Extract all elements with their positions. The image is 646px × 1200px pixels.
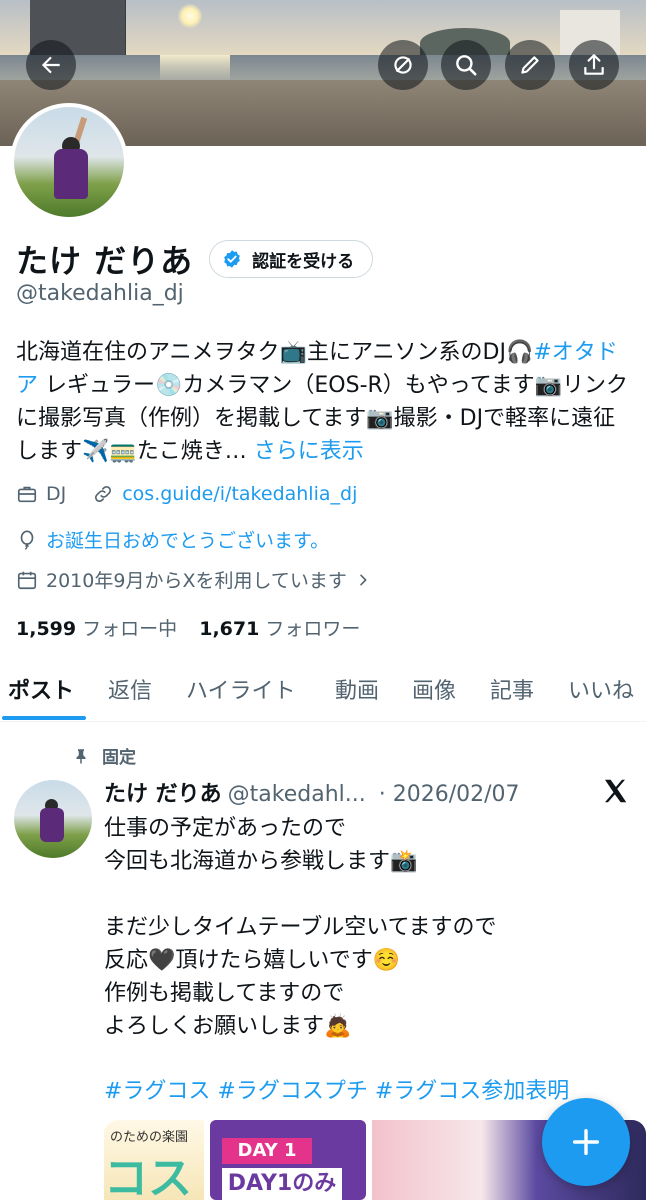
back-arrow-icon	[41, 56, 60, 74]
post-media-1[interactable]: のための楽園 コス	[104, 1120, 204, 1200]
plus-icon	[572, 1128, 600, 1156]
link-icon	[95, 485, 112, 503]
media-2-subtitle: DAY1のみ	[222, 1168, 342, 1200]
post-avatar-person	[40, 808, 64, 842]
media-2-day-label: DAY 1	[222, 1138, 312, 1164]
post-line: 仕事の予定があったので	[104, 816, 347, 841]
tab-videos[interactable]: 動画	[335, 673, 379, 705]
grok-icon	[394, 56, 412, 74]
avatar-person	[54, 149, 88, 199]
post-hashtags[interactable]: #ラグコス #ラグコスプチ #ラグコス参加表明	[104, 1073, 569, 1105]
calendar-icon	[17, 571, 37, 589]
compose-post-button[interactable]	[542, 1098, 630, 1186]
post-line: 今回も北海道から参戦します📸	[104, 849, 418, 874]
follow-counts: 1,599 フォロー中 1,671 フォロワー	[16, 614, 360, 641]
post-header: たけ だりあ @takedahl... · 2026/02/07	[104, 776, 520, 808]
search-button[interactable]	[441, 40, 491, 90]
profile-tabs: ポスト 返信 ハイライト 動画 画像 記事 いいね	[0, 665, 646, 722]
profile-bio: 北海道在住のアニメヲタク📺主にアニソン系のDJ🎧#オタドア レギュラー💿カメラマ…	[16, 336, 636, 468]
balloon-icon	[20, 529, 34, 550]
tab-replies[interactable]: 返信	[108, 673, 152, 705]
post-media-2[interactable]: DAY 1 DAY1のみ	[210, 1120, 366, 1200]
display-name: たけ だりあ	[16, 242, 194, 280]
share-button[interactable]	[569, 40, 619, 90]
post-body: 仕事の予定があったので 今回も北海道から参戦します📸 まだ少しタイムテーブル空い…	[104, 812, 624, 1043]
profile-meta-row-2: お誕生日おめでとうございます。	[16, 526, 329, 553]
joined-date: 2010年9月からXを利用しています	[46, 570, 347, 592]
back-button[interactable]	[26, 40, 76, 90]
birthday-greeting: お誕生日おめでとうございます。	[46, 530, 330, 552]
grok-button[interactable]	[378, 40, 428, 90]
post-line	[104, 878, 624, 911]
pinned-label: 固定	[102, 748, 136, 768]
verified-badge-icon	[224, 250, 240, 268]
show-more-link[interactable]: さらに表示	[254, 439, 364, 464]
post-date: · 2026/02/07	[378, 782, 520, 807]
tab-posts[interactable]: ポスト	[8, 673, 74, 705]
following-link[interactable]: 1,599 フォロー中	[16, 618, 177, 640]
name-row: たけ だりあ 認証を受ける	[16, 236, 374, 282]
followers-count: 1,671	[199, 618, 260, 640]
tab-articles[interactable]: 記事	[490, 673, 534, 705]
x-logo-icon[interactable]	[600, 776, 630, 806]
post-author-avatar[interactable]	[14, 780, 92, 858]
profile-category: DJ	[46, 483, 67, 505]
get-verified-label: 認証を受ける	[252, 251, 355, 272]
profile-avatar[interactable]	[10, 103, 128, 221]
post-author-handle: @takedahl...	[227, 782, 366, 807]
profile-handle: @takedahlia_dj	[16, 281, 184, 306]
banner-glare	[160, 55, 230, 83]
banner-sun	[178, 4, 202, 28]
active-tab-indicator	[2, 716, 86, 720]
chevron-right-icon	[360, 574, 367, 585]
tab-likes[interactable]: いいね	[568, 673, 634, 705]
profile-meta-row-3[interactable]: 2010年9月からXを利用しています	[16, 566, 379, 593]
post-line: よろしくお願いします🙇	[104, 1014, 352, 1039]
post-line: 反応🖤頂けたら嬉しいです☺️	[104, 948, 401, 973]
briefcase-icon	[17, 486, 37, 503]
media-1-title: コス	[104, 1153, 192, 1200]
followers-link[interactable]: 1,671 フォロワー	[199, 618, 360, 640]
followers-label: フォロワー	[265, 618, 361, 640]
share-upload-icon	[584, 54, 604, 75]
post-line: 作例も掲載してますので	[104, 981, 345, 1006]
following-count: 1,599	[16, 618, 77, 640]
edit-pencil-icon	[521, 56, 539, 74]
following-label: フォロー中	[82, 618, 178, 640]
pin-icon	[76, 748, 86, 763]
profile-website-link[interactable]: cos.guide/i/takedahlia_dj	[122, 483, 357, 505]
search-icon	[456, 55, 477, 76]
profile-meta-row-1: DJ cos.guide/i/takedahlia_dj	[16, 483, 357, 505]
post-line: まだ少しタイムテーブル空いてますので	[104, 915, 497, 940]
pinned-indicator: 固定	[72, 743, 136, 768]
bio-text-1: 北海道在住のアニメヲタク📺主にアニソン系のDJ🎧	[16, 340, 534, 365]
post-author-name[interactable]: たけ だりあ	[104, 782, 222, 807]
get-verified-button[interactable]: 認証を受ける	[209, 240, 374, 278]
edit-button[interactable]	[505, 40, 555, 90]
tab-highlights[interactable]: ハイライト	[186, 673, 296, 705]
tab-photos[interactable]: 画像	[412, 673, 456, 705]
